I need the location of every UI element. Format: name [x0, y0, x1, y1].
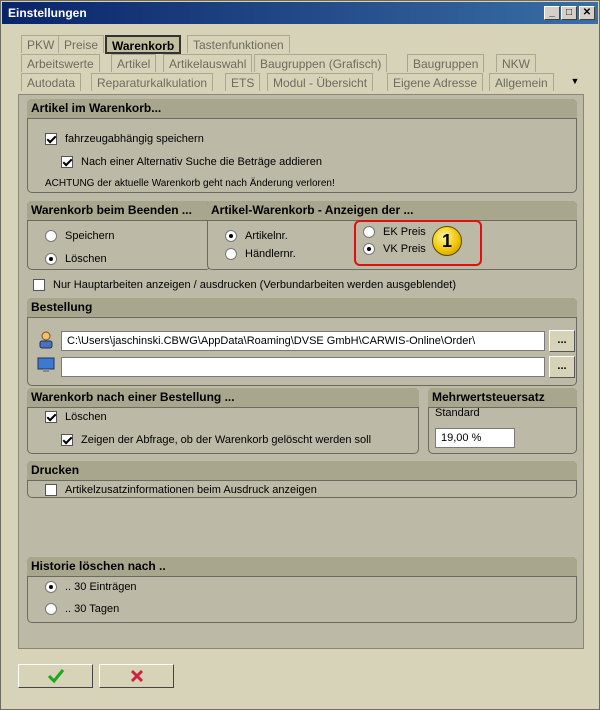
group-beim-beenden: Warenkorb beim Beenden ... Speichern Lös… [27, 201, 211, 270]
radio-icon[interactable] [363, 226, 375, 238]
group-title: Historie löschen nach .. [27, 557, 577, 577]
warning-text: ACHTUNG der aktuelle Warenkorb geht nach… [45, 178, 335, 189]
group-mehrwertsteuersatz: Mehrwertsteuersatz Standard 19,00 % [428, 388, 577, 454]
group-title: Bestellung [27, 298, 577, 318]
radio-vk-preis[interactable]: VK Preis [363, 243, 426, 255]
group-title: Warenkorb nach einer Bestellung ... [27, 388, 419, 408]
checkbox-icon[interactable] [45, 411, 57, 423]
checkmark-icon [47, 669, 64, 684]
radio-icon[interactable] [45, 253, 57, 265]
info-badge-icon: 1 [432, 226, 462, 256]
radio-30-eintraege[interactable]: .. 30 Einträgen [45, 581, 137, 593]
radio-label: Speichern [65, 230, 115, 242]
mwst-label: Standard [435, 407, 480, 419]
radio-label: EK Preis [383, 226, 426, 238]
tab-autodata[interactable]: Autodata [21, 73, 82, 91]
radio-icon[interactable] [45, 581, 57, 593]
radio-label: VK Preis [383, 243, 426, 255]
radio-label: Artikelnr. [245, 230, 288, 242]
browse-button-2[interactable]: ... [549, 356, 575, 378]
checkbox-nach-bestellung-loeschen[interactable]: Löschen [45, 411, 107, 423]
radio-haendlernr[interactable]: Händlernr. [225, 248, 296, 260]
mwst-input[interactable]: 19,00 % [435, 428, 515, 448]
group-title: Mehrwertsteuersatz [428, 388, 577, 408]
tab-baugruppen-grafisch[interactable]: Baugruppen (Grafisch) [254, 54, 388, 72]
checkbox-label: fahrzeugabhängig speichern [65, 133, 204, 145]
tab-page-warenkorb: Artikel im Warenkorb... fahrzeugabhängig… [18, 94, 584, 649]
tab-nkw[interactable]: NKW [496, 54, 536, 72]
tab-allgemein[interactable]: Allgemein [489, 73, 554, 91]
radio-icon[interactable] [363, 243, 375, 255]
tab-artikelauswahl[interactable]: Artikelauswahl [163, 54, 253, 72]
radio-icon[interactable] [225, 230, 237, 242]
second-path-field[interactable] [61, 357, 545, 377]
ok-button[interactable] [18, 664, 93, 688]
radio-icon[interactable] [45, 230, 57, 242]
radio-ek-preis[interactable]: EK Preis [363, 226, 426, 238]
tab-scroll-down-icon[interactable]: ▼ [568, 76, 582, 90]
user-icon [38, 331, 54, 349]
tab-reparaturkalkulation[interactable]: Reparaturkalkulation [91, 73, 214, 91]
group-drucken: Drucken Artikelzusatzinformationen beim … [27, 461, 577, 498]
checkbox-abfrage-zeigen[interactable]: Zeigen der Abfrage, ob der Warenkorb gel… [61, 434, 371, 446]
checkbox-fahrzeugabhaengig[interactable]: fahrzeugabhängig speichern [45, 133, 204, 145]
tab-warenkorb[interactable]: Warenkorb [105, 35, 182, 54]
close-button[interactable]: ✕ [579, 6, 595, 20]
checkbox-betraege-addieren[interactable]: Nach einer Alternativ Suche die Beträge … [61, 156, 322, 168]
cancel-button[interactable] [99, 664, 174, 688]
group-historie: Historie löschen nach .. .. 30 Einträgen… [27, 557, 577, 623]
checkbox-icon[interactable] [45, 133, 57, 145]
cancel-x-icon [130, 669, 143, 683]
tab-modul-uebersicht[interactable]: Modul - Übersicht [267, 73, 374, 91]
tab-baugruppen[interactable]: Baugruppen [407, 54, 485, 72]
window-title: Einstellungen [8, 6, 87, 20]
checkbox-label: Löschen [65, 411, 107, 423]
title-bar: Einstellungen _ □ ✕ [2, 2, 598, 24]
radio-icon[interactable] [45, 603, 57, 615]
browse-button-1[interactable]: ... [549, 330, 575, 352]
checkbox-label: Nach einer Alternativ Suche die Beträge … [81, 156, 322, 168]
group-bestellung: Bestellung C:\Users\jaschinski.CBWG\AppD… [27, 298, 577, 386]
checkbox-icon[interactable] [45, 484, 57, 496]
checkbox-icon[interactable] [61, 434, 73, 446]
group-title: Warenkorb beim Beenden ... [27, 201, 211, 221]
radio-label: .. 30 Einträgen [65, 581, 137, 593]
tab-strip: PKW Preise Warenkorb Tastenfunktionen Ar… [21, 35, 589, 95]
order-path-field[interactable]: C:\Users\jaschinski.CBWG\AppData\Roaming… [61, 331, 545, 351]
group-title: Drucken [27, 461, 577, 481]
group-artikel-im-warenkorb: Artikel im Warenkorb... fahrzeugabhängig… [27, 99, 577, 193]
radio-artikelnr[interactable]: Artikelnr. [225, 230, 288, 242]
radio-label: Händlernr. [245, 248, 296, 260]
checkbox-zusatzinfo[interactable]: Artikelzusatzinformationen beim Ausdruck… [45, 484, 317, 496]
checkbox-icon[interactable] [33, 279, 45, 291]
checkbox-icon[interactable] [61, 156, 73, 168]
maximize-button[interactable]: □ [561, 6, 577, 20]
group-title: Artikel-Warenkorb - Anzeigen der ... [207, 201, 577, 221]
radio-30-tage[interactable]: .. 30 Tagen [45, 603, 119, 615]
radio-label: Löschen [65, 253, 107, 265]
tab-pkw[interactable]: PKW [21, 35, 61, 53]
group-title: Artikel im Warenkorb... [27, 99, 577, 119]
tab-tastenfunktionen[interactable]: Tastenfunktionen [187, 35, 290, 53]
group-anzeigen-der: Artikel-Warenkorb - Anzeigen der ... Art… [207, 201, 577, 270]
minimize-button[interactable]: _ [544, 6, 560, 20]
tab-eigene-adresse[interactable]: Eigene Adresse [387, 73, 484, 91]
radio-loeschen[interactable]: Löschen [45, 253, 107, 265]
tab-artikel[interactable]: Artikel [111, 54, 157, 72]
radio-speichern[interactable]: Speichern [45, 230, 115, 242]
radio-icon[interactable] [225, 248, 237, 260]
group-nach-bestellung: Warenkorb nach einer Bestellung ... Lösc… [27, 388, 419, 454]
checkbox-hauptarbeiten[interactable]: Nur Hauptarbeiten anzeigen / ausdrucken … [33, 279, 456, 291]
tab-arbeitswerte[interactable]: Arbeitswerte [21, 54, 100, 72]
computer-icon [37, 357, 55, 373]
checkbox-label: Zeigen der Abfrage, ob der Warenkorb gel… [81, 434, 372, 446]
tab-ets[interactable]: ETS [225, 73, 261, 91]
checkbox-label: Nur Hauptarbeiten anzeigen / ausdrucken … [53, 279, 456, 291]
settings-window: Einstellungen _ □ ✕ PKW Preise Warenkorb… [0, 0, 600, 710]
checkbox-label: Artikelzusatzinformationen beim Ausdruck… [65, 484, 317, 496]
radio-label: .. 30 Tagen [65, 603, 120, 615]
tab-preise[interactable]: Preise [58, 35, 105, 53]
